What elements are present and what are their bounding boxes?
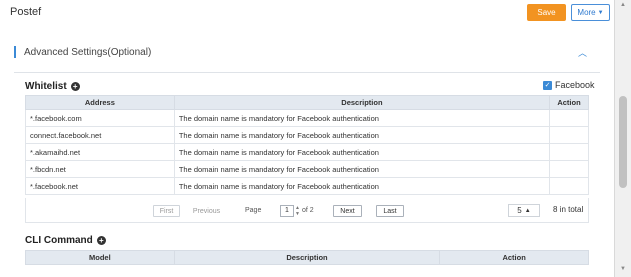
address-cell: connect.facebook.net: [25, 126, 175, 144]
first-page-button[interactable]: First: [153, 205, 180, 217]
column-header-description: Description: [173, 250, 441, 265]
action-cell[interactable]: [549, 126, 589, 144]
action-cell[interactable]: [549, 160, 589, 178]
table-row: connect.facebook.net The domain name is …: [25, 126, 589, 144]
checkbox-checked-icon[interactable]: ✓: [543, 80, 552, 90]
description-cell: The domain name is mandatory for Faceboo…: [173, 160, 551, 178]
advanced-settings-title: Advanced Settings(Optional): [24, 46, 152, 58]
column-header-address: Address: [25, 95, 175, 110]
address-cell: *.akamaihd.net: [25, 143, 175, 161]
advanced-settings-panel: Whitelist + ✓ Facebook Address Descripti…: [14, 72, 600, 277]
caret-down-icon: ▼: [597, 9, 604, 16]
description-cell: The domain name is mandatory for Faceboo…: [173, 126, 551, 144]
top-bar: Postef Save More ▼: [0, 0, 614, 26]
table-header-row: Model Description Action: [25, 250, 589, 265]
column-header-action: Action: [439, 250, 589, 265]
action-cell[interactable]: [549, 143, 589, 161]
address-cell: *.fbcdn.net: [25, 160, 175, 178]
whitelist-title: Whitelist: [25, 81, 67, 92]
action-cell[interactable]: [549, 109, 589, 127]
cli-command-table: Model Description Action: [25, 250, 589, 265]
action-cell[interactable]: [549, 177, 589, 195]
chevron-up-icon[interactable]: ︿: [578, 46, 587, 59]
add-whitelist-icon[interactable]: +: [70, 82, 80, 91]
address-cell: *.facebook.com: [25, 109, 175, 127]
table-row: *.facebook.com The domain name is mandat…: [25, 109, 589, 127]
pagination-bar: First Previous Page 1 ▲ ▼ of 2 Next Last …: [25, 198, 589, 223]
save-button[interactable]: Save: [527, 4, 566, 21]
facebook-checkbox[interactable]: ✓ Facebook: [543, 80, 595, 90]
table-header-row: Address Description Action: [25, 95, 589, 110]
description-cell: The domain name is mandatory for Faceboo…: [173, 177, 551, 195]
cli-command-title: CLI Command: [25, 235, 93, 246]
last-page-button[interactable]: Last: [376, 205, 404, 217]
more-button[interactable]: More ▼: [571, 4, 610, 21]
column-header-action: Action: [549, 95, 589, 110]
add-cli-command-icon[interactable]: +: [96, 236, 106, 245]
advanced-settings-header[interactable]: Advanced Settings(Optional): [14, 44, 151, 60]
previous-page-button[interactable]: Previous: [188, 205, 225, 217]
scroll-up-icon[interactable]: ▲: [620, 2, 626, 8]
table-row: *.akamaihd.net The domain name is mandat…: [25, 143, 589, 161]
caret-up-icon: ▲: [524, 207, 531, 214]
next-page-button[interactable]: Next: [333, 205, 362, 217]
section-accent-bar: [14, 46, 16, 58]
total-count: 8 in total: [553, 205, 584, 214]
address-cell: *.facebook.net: [25, 177, 175, 195]
page-size-select[interactable]: 5 ▲: [508, 204, 540, 217]
page-stepper-icon[interactable]: ▲ ▼: [295, 205, 300, 217]
table-row: *.facebook.net The domain name is mandat…: [25, 177, 589, 195]
main-content: Advanced Settings(Optional) ︿ Whitelist …: [0, 28, 614, 277]
page-title: Postef: [10, 6, 42, 18]
vertical-scrollbar[interactable]: ▲ ▼: [614, 0, 631, 277]
table-row: *.fbcdn.net The domain name is mandatory…: [25, 160, 589, 178]
page-count-label: of 2: [302, 207, 314, 214]
page-number-input[interactable]: 1: [280, 205, 294, 217]
description-cell: The domain name is mandatory for Faceboo…: [173, 143, 551, 161]
description-cell: The domain name is mandatory for Faceboo…: [173, 109, 551, 127]
cli-command-heading: CLI Command +: [25, 235, 106, 246]
facebook-checkbox-label: Facebook: [555, 80, 595, 90]
whitelist-heading: Whitelist +: [25, 81, 80, 92]
page-size-value: 5: [517, 206, 522, 215]
page-label: Page: [245, 207, 262, 214]
more-button-label: More: [577, 8, 596, 17]
column-header-description: Description: [173, 95, 551, 110]
column-header-model: Model: [25, 250, 175, 265]
scrollbar-thumb[interactable]: [619, 96, 627, 188]
scroll-down-icon[interactable]: ▼: [620, 266, 626, 272]
whitelist-table: Address Description Action *.facebook.co…: [25, 95, 589, 195]
